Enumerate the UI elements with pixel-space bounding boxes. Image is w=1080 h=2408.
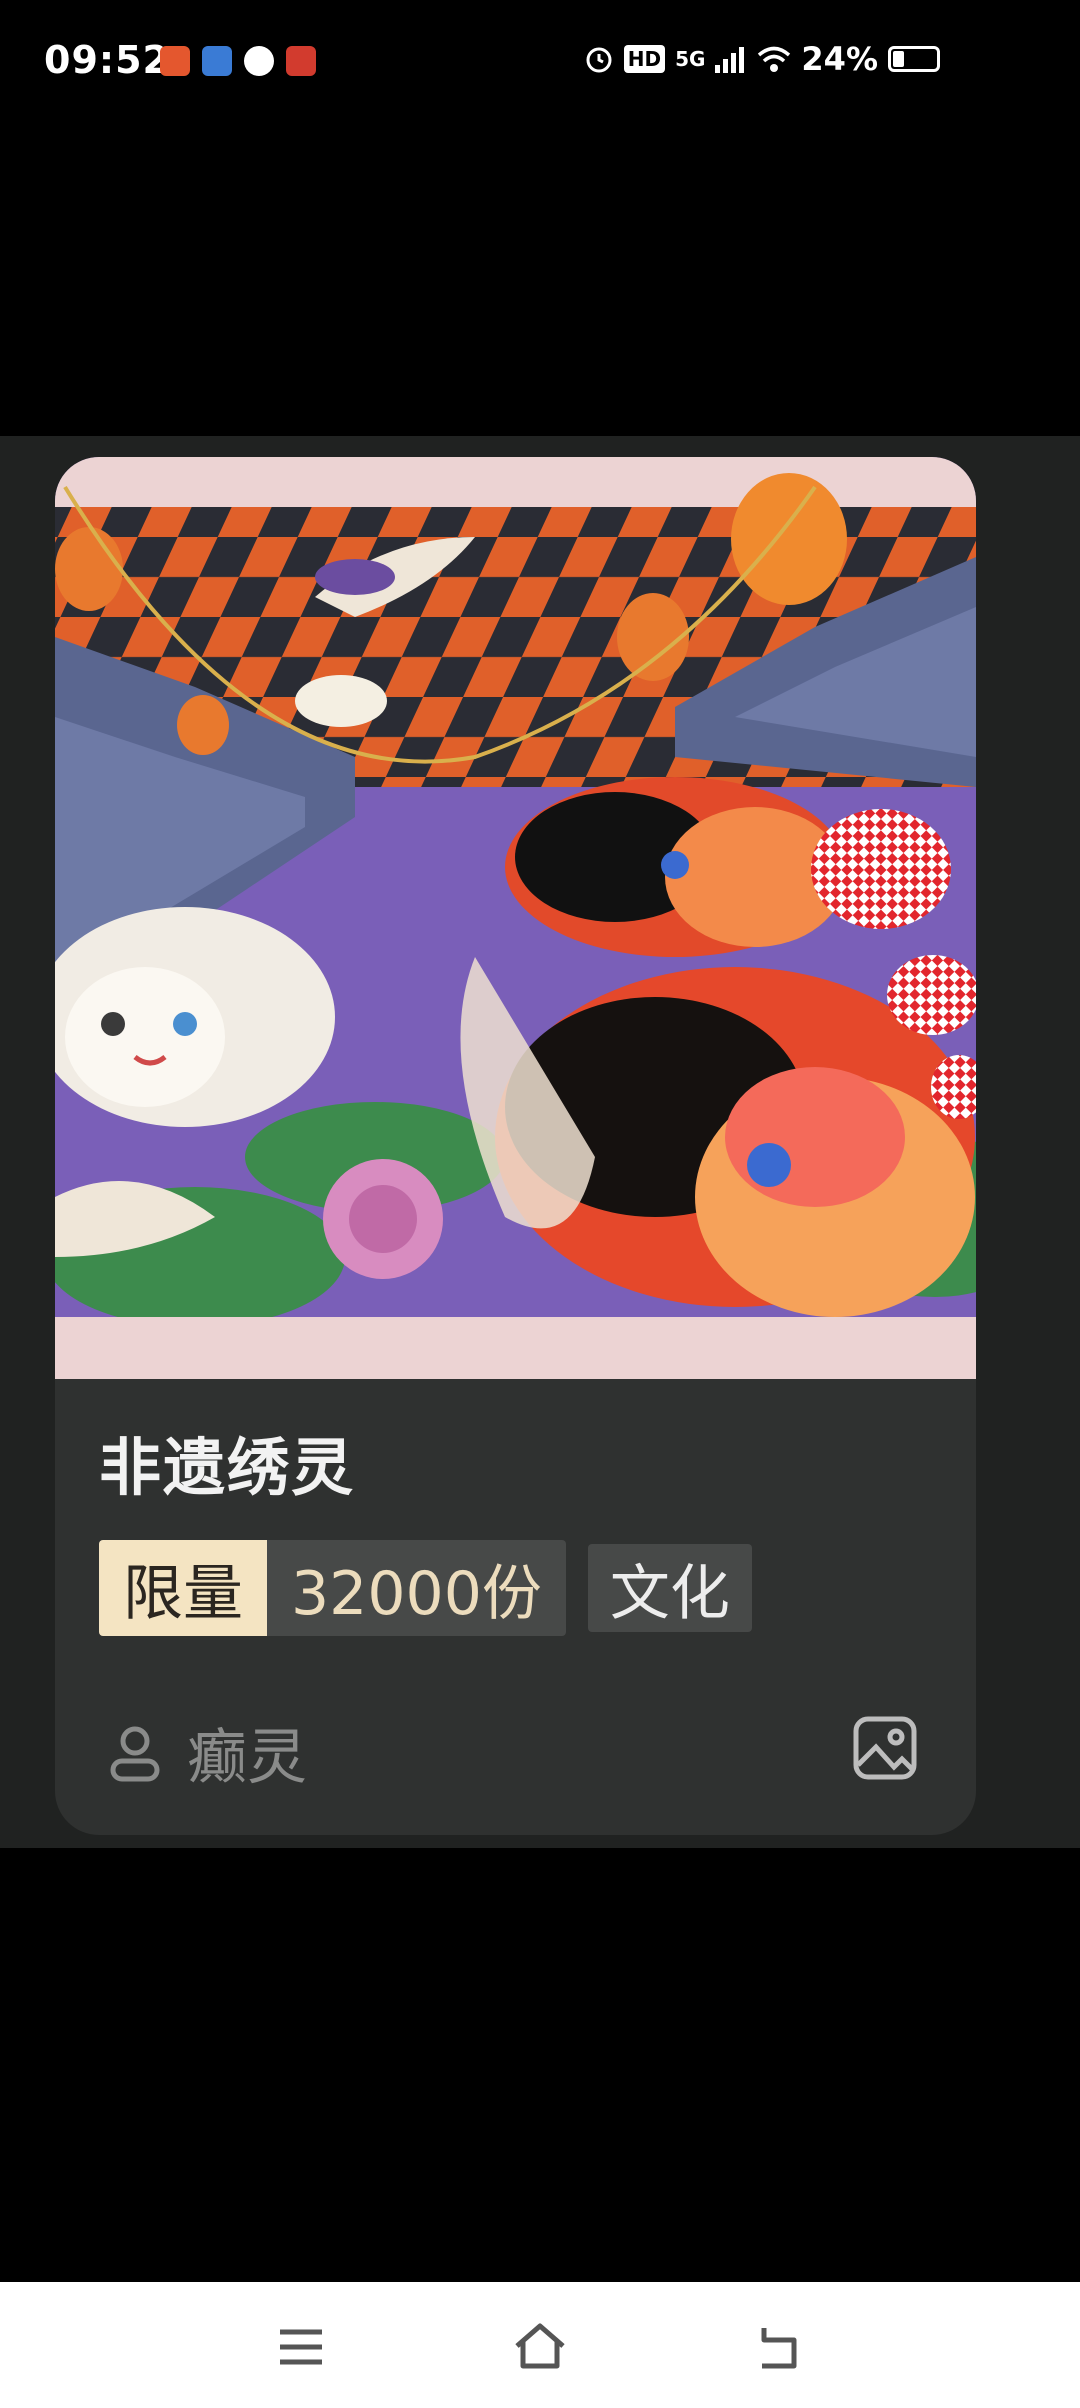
system-nav-bar [0,2282,1080,2408]
limit-label: 限量 [99,1540,267,1636]
battery-percent: 24% [801,40,878,78]
image-icon[interactable] [850,1713,920,1783]
home-icon[interactable] [505,2312,575,2382]
status-bar: 09:52 HD 5G 24% [0,0,1080,130]
back-icon[interactable] [744,2312,814,2382]
wifi-icon [758,46,791,72]
hd-badge: HD [623,45,666,73]
card-title: 非遗绣灵 [99,1431,356,1504]
alarm-icon [586,47,612,73]
status-indicators: HD 5G 24% [584,40,940,78]
collectible-card[interactable]: 非遗绣灵 限量 32000份 文化 癫灵 [55,457,976,1835]
artwork-image [55,457,976,1379]
creator-row: 癫灵 [107,1709,307,1796]
message-notification-icon [244,46,274,76]
creator-name: 癫灵 [187,1723,307,1793]
news-app-notification-icon [286,46,316,76]
cloud-app-notification-icon [202,46,232,76]
menu-icon[interactable] [266,2312,336,2382]
battery-icon [888,46,940,72]
limited-edition-tag: 限量 32000份 [99,1540,566,1636]
tag-row: 限量 32000份 文化 [99,1540,752,1636]
limit-quantity: 32000份 [267,1540,566,1636]
user-icon [110,1726,160,1781]
network-type: 5G [675,47,706,71]
app-notification-icon [160,46,190,76]
signal-icon [715,47,745,73]
status-time: 09:52 [44,38,170,82]
category-tag: 文化 [587,1544,752,1632]
